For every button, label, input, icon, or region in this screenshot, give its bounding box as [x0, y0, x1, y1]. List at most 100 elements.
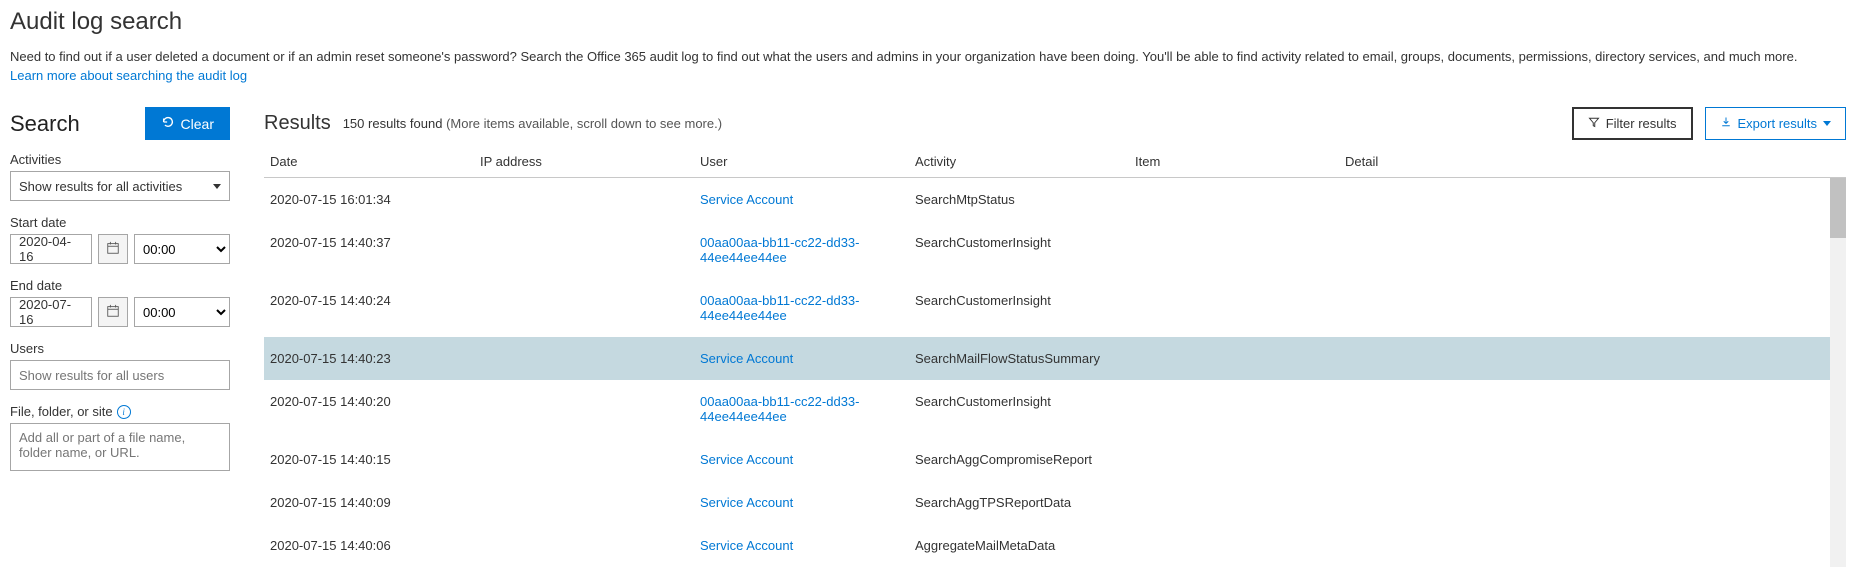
col-header-user[interactable]: User	[700, 154, 915, 169]
cell-detail	[1345, 495, 1840, 510]
search-heading: Search	[10, 111, 80, 137]
cell-date: 2020-07-15 14:40:09	[270, 495, 480, 510]
start-date-label: Start date	[10, 215, 230, 230]
start-date-value: 2020-04-16	[19, 234, 83, 264]
col-header-activity[interactable]: Activity	[915, 154, 1135, 169]
col-header-ip[interactable]: IP address	[480, 154, 700, 169]
cell-activity: SearchCustomerInsight	[915, 293, 1135, 323]
file-input[interactable]	[10, 423, 230, 471]
activities-select[interactable]: Show results for all activities	[10, 171, 230, 201]
cell-detail	[1345, 293, 1840, 323]
search-sidebar: Search Clear Activities Show results for…	[10, 107, 250, 567]
info-icon[interactable]: i	[117, 405, 131, 419]
col-header-item[interactable]: Item	[1135, 154, 1345, 169]
users-input[interactable]	[10, 360, 230, 390]
cell-user: 00aa00aa-bb11-cc22-dd33-44ee44ee44ee	[700, 394, 915, 424]
cell-activity: SearchCustomerInsight	[915, 394, 1135, 424]
cell-activity: SearchMtpStatus	[915, 192, 1135, 207]
col-header-date[interactable]: Date	[270, 154, 480, 169]
end-time-select[interactable]: 00:00	[134, 297, 230, 327]
cell-ip	[480, 452, 700, 467]
user-link[interactable]: 00aa00aa-bb11-cc22-dd33-44ee44ee44ee	[700, 394, 860, 424]
results-count-value: 150 results found	[343, 116, 443, 131]
table-row[interactable]: 2020-07-15 16:01:34 Service Account Search…	[264, 178, 1846, 221]
learn-more-link[interactable]: Learn more about searching the audit log	[10, 68, 247, 83]
undo-icon	[161, 115, 175, 132]
scrollbar-track[interactable]	[1830, 178, 1846, 567]
cell-date: 2020-07-15 14:40:37	[270, 235, 480, 265]
end-date-value: 2020-07-16	[19, 297, 83, 327]
cell-user: Service Account	[700, 351, 915, 366]
file-label-text: File, folder, or site	[10, 404, 113, 419]
table-row[interactable]: 2020-07-15 14:40:15Service AccountSearch…	[264, 438, 1846, 481]
cell-ip	[480, 538, 700, 553]
end-date-input[interactable]: 2020-07-16	[10, 297, 92, 327]
cell-date: 2020-07-15 16:01:34	[270, 192, 480, 207]
calendar-icon	[106, 241, 120, 258]
clear-label: Clear	[181, 116, 214, 132]
cell-item	[1135, 293, 1345, 323]
start-date-calendar-button[interactable]	[98, 234, 128, 264]
intro-block: Need to find out if a user deleted a doc…	[10, 48, 1846, 83]
table-row[interactable]: 2020-07-15 14:40:24 00aa00aa-bb11-cc22-dd…	[264, 279, 1846, 337]
intro-text: Need to find out if a user deleted a doc…	[10, 49, 1797, 64]
filter-results-button[interactable]: Filter results	[1572, 107, 1693, 140]
end-date-label: End date	[10, 278, 230, 293]
cell-item	[1135, 351, 1345, 366]
results-hint: (More items available, scroll down to se…	[446, 116, 722, 131]
results-pane: Results 150 results found (More items av…	[250, 107, 1846, 567]
activities-selected: Show results for all activities	[19, 179, 182, 194]
table-row[interactable]: 2020-07-15 14:40:2000aa00aa-bb11-cc22-dd…	[264, 380, 1846, 438]
table-row[interactable]: 2020-07-15 14:40:37 00aa00aa-bb11-cc22-dd…	[264, 221, 1846, 279]
clear-button[interactable]: Clear	[145, 107, 230, 140]
file-label: File, folder, or site i	[10, 404, 230, 419]
end-date-calendar-button[interactable]	[98, 297, 128, 327]
cell-user: Service Account	[700, 538, 915, 553]
cell-date: 2020-07-15 14:40:24	[270, 293, 480, 323]
filter-icon	[1588, 116, 1600, 131]
cell-activity: SearchCustomerInsight	[915, 235, 1135, 265]
cell-ip	[480, 293, 700, 323]
chevron-down-icon	[213, 184, 221, 189]
filter-label: Filter results	[1606, 116, 1677, 131]
user-link[interactable]: Service Account	[700, 538, 793, 553]
cell-user: 00aa00aa-bb11-cc22-dd33-44ee44ee44ee	[700, 235, 915, 265]
cell-date: 2020-07-15 14:40:23	[270, 351, 480, 366]
cell-activity: AggregateMailMetaData	[915, 538, 1135, 553]
table-body: 2020-07-15 16:01:34 Service Account Search…	[264, 178, 1846, 567]
cell-ip	[480, 235, 700, 265]
user-link[interactable]: Service Account	[700, 192, 793, 207]
cell-user: Service Account	[700, 192, 915, 207]
results-table: Date IP address User Activity Item Detai…	[264, 154, 1846, 567]
activities-label: Activities	[10, 152, 230, 167]
chevron-down-icon	[1823, 121, 1831, 126]
cell-detail	[1345, 394, 1840, 424]
cell-detail	[1345, 452, 1840, 467]
user-link[interactable]: Service Account	[700, 452, 793, 467]
user-link[interactable]: Service Account	[700, 351, 793, 366]
user-link[interactable]: 00aa00aa-bb11-cc22-dd33-44ee44ee44ee	[700, 293, 860, 323]
cell-detail	[1345, 538, 1840, 553]
users-field[interactable]	[19, 368, 221, 383]
table-row[interactable]: 2020-07-15 14:40:06 Service Account Aggreg…	[264, 524, 1846, 567]
cell-date: 2020-07-15 14:40:06	[270, 538, 480, 553]
cell-item	[1135, 452, 1345, 467]
table-row[interactable]: 2020-07-15 14:40:23Service AccountSearch…	[264, 337, 1846, 380]
user-link[interactable]: Service Account	[700, 495, 793, 510]
cell-item	[1135, 394, 1345, 424]
user-link[interactable]: 00aa00aa-bb11-cc22-dd33-44ee44ee44ee	[700, 235, 860, 265]
col-header-detail[interactable]: Detail	[1345, 154, 1840, 169]
start-date-input[interactable]: 2020-04-16	[10, 234, 92, 264]
download-icon	[1720, 116, 1732, 131]
table-header: Date IP address User Activity Item Detai…	[264, 154, 1846, 178]
table-row[interactable]: 2020-07-15 14:40:09 Service Account Search…	[264, 481, 1846, 524]
export-results-button[interactable]: Export results	[1705, 107, 1846, 140]
cell-detail	[1345, 192, 1840, 207]
cell-activity: SearchAggTPSReportData	[915, 495, 1135, 510]
scrollbar-thumb[interactable]	[1830, 178, 1846, 238]
cell-ip	[480, 495, 700, 510]
cell-item	[1135, 538, 1345, 553]
start-time-select[interactable]: 00:00	[134, 234, 230, 264]
cell-ip	[480, 192, 700, 207]
cell-date: 2020-07-15 14:40:15	[270, 452, 480, 467]
